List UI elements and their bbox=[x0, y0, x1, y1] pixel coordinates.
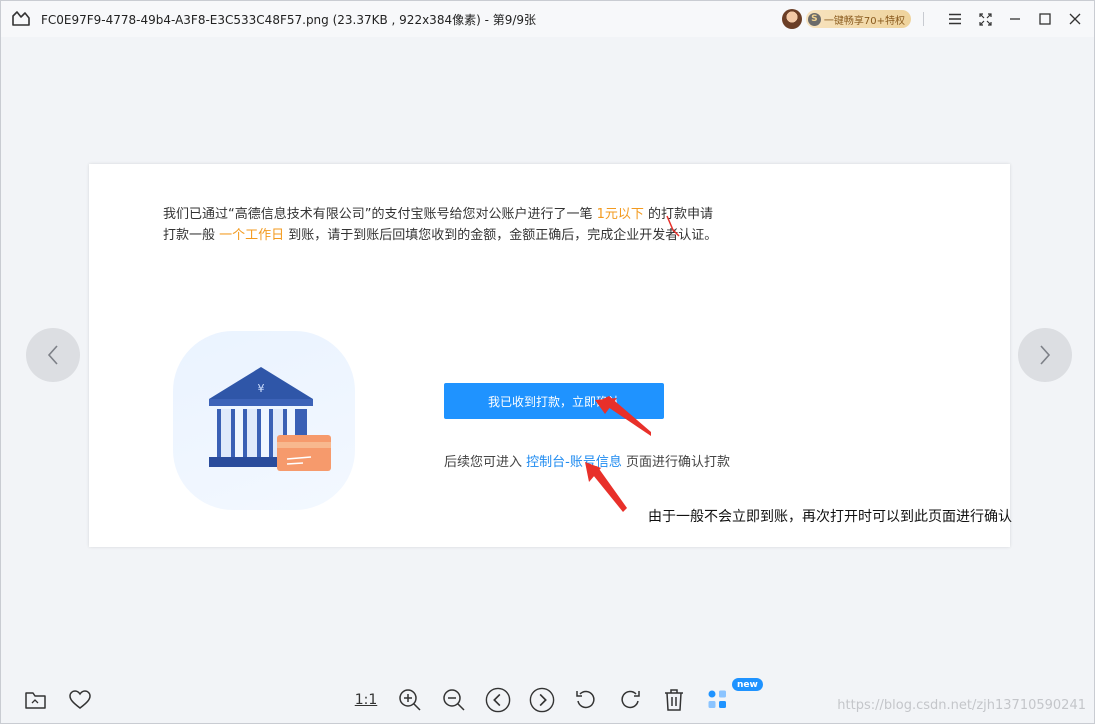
title-bar-controls: S 一键畅享70+特权 bbox=[781, 7, 1086, 31]
zoom-in-icon bbox=[399, 689, 421, 711]
close-icon bbox=[1069, 13, 1081, 25]
rotate-left-icon bbox=[576, 690, 595, 709]
previous-image-button[interactable] bbox=[26, 328, 80, 382]
image-viewer-window: FC0E97F9-4778-49b4-A3F8-E3C533C48F57.png… bbox=[0, 0, 1095, 724]
watermark: https://blog.csdn.net/zjh13710590241 bbox=[837, 698, 1086, 713]
apps-grid-icon bbox=[708, 690, 726, 708]
more-apps-button[interactable] bbox=[705, 687, 731, 713]
minimize-icon bbox=[1010, 18, 1020, 20]
maximize-button[interactable] bbox=[1034, 8, 1056, 30]
title-bar: FC0E97F9-4778-49b4-A3F8-E3C533C48F57.png… bbox=[1, 1, 1094, 37]
zoom-out-button[interactable] bbox=[441, 687, 467, 713]
rotate-right-button[interactable] bbox=[617, 687, 643, 713]
actual-size-button[interactable]: 1:1 bbox=[353, 687, 379, 713]
zoom-out-icon bbox=[443, 689, 465, 711]
window-title: FC0E97F9-4778-49b4-A3F8-E3C533C48F57.png… bbox=[41, 13, 537, 27]
fullscreen-button[interactable] bbox=[974, 8, 996, 30]
close-button[interactable] bbox=[1064, 8, 1086, 30]
next-button[interactable] bbox=[529, 687, 555, 713]
zoom-in-button[interactable] bbox=[397, 687, 423, 713]
circle-chevron-right-icon bbox=[529, 687, 555, 713]
trash-icon bbox=[665, 689, 683, 711]
annotation-arrows bbox=[585, 215, 680, 512]
previous-button[interactable] bbox=[485, 687, 511, 713]
avatar[interactable] bbox=[781, 9, 802, 29]
divider bbox=[923, 12, 924, 26]
heart-icon bbox=[69, 690, 91, 709]
maximize-icon bbox=[1039, 13, 1051, 25]
chevron-right-icon bbox=[1040, 345, 1051, 365]
new-badge: new bbox=[732, 678, 763, 691]
menu-button[interactable] bbox=[944, 8, 966, 30]
annotation-note: 由于一般不会立即到账，再次打开时可以到此页面进行确认 bbox=[648, 509, 1012, 525]
vip-badge[interactable]: S 一键畅享70+特权 bbox=[805, 10, 911, 28]
app-logo-icon bbox=[12, 11, 30, 26]
rotate-left-button[interactable] bbox=[573, 687, 599, 713]
hamburger-menu-icon bbox=[949, 13, 961, 25]
annotation-mark bbox=[666, 215, 680, 237]
chevron-left-icon bbox=[47, 345, 58, 365]
open-folder-button[interactable] bbox=[23, 687, 49, 713]
folder-icon bbox=[25, 692, 46, 709]
actual-size-label: 1:1 bbox=[354, 692, 378, 708]
vip-label: 一键畅享70+特权 bbox=[823, 15, 905, 27]
rotate-right-icon bbox=[621, 690, 640, 709]
delete-button[interactable] bbox=[661, 687, 687, 713]
next-image-button[interactable] bbox=[1018, 328, 1072, 382]
fullscreen-icon bbox=[978, 12, 992, 26]
bottom-left-tools bbox=[23, 687, 111, 713]
circle-chevron-left-icon bbox=[485, 687, 511, 713]
favorite-button[interactable] bbox=[67, 687, 93, 713]
vip-coin-icon: S bbox=[807, 12, 821, 26]
displayed-image: 我们已通过“高德信息技术有限公司”的支付宝账号给您对公账户进行了一笔 1元以下 … bbox=[89, 164, 1010, 547]
minimize-button[interactable] bbox=[1004, 8, 1026, 30]
bottom-toolbar: 1:1 bbox=[353, 684, 749, 716]
